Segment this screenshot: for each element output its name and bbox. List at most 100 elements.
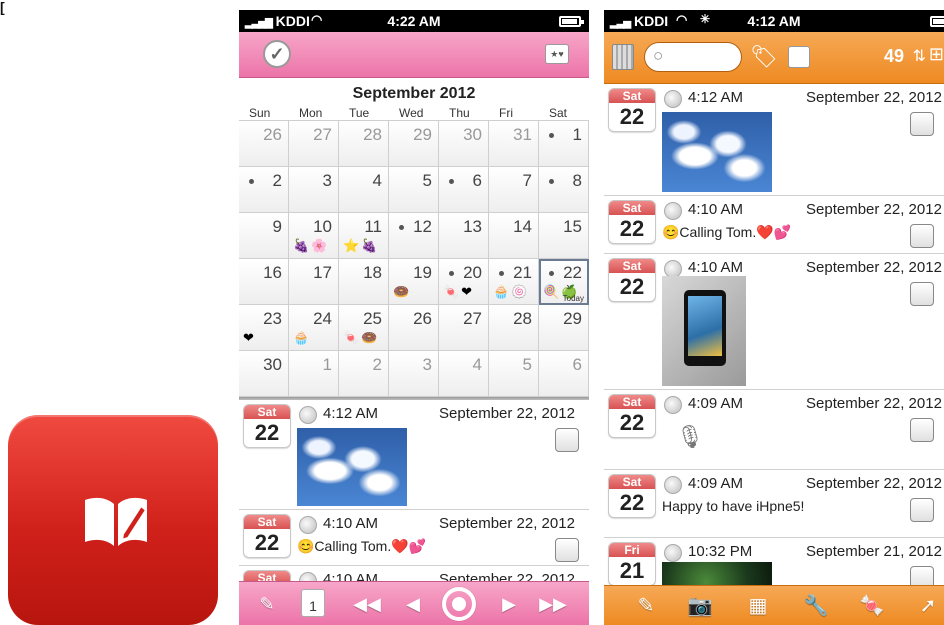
calendar-day[interactable]: 10 🍇🌸: [289, 213, 339, 259]
calendar-day[interactable]: 28: [339, 121, 389, 167]
badge-day: 22: [619, 104, 645, 129]
calendar-day[interactable]: 6: [539, 351, 589, 397]
photo-thumbnail[interactable]: [662, 276, 746, 386]
calendar-day[interactable]: 9: [239, 213, 289, 259]
previous-icon[interactable]: ◀: [399, 590, 427, 618]
calendar-day[interactable]: 15: [539, 213, 589, 259]
candy-icon[interactable]: 🍬: [858, 592, 886, 620]
day-stickers: 🍩: [393, 284, 412, 299]
calendar-day[interactable]: 3: [289, 167, 339, 213]
entry-dot: [499, 271, 504, 276]
sort-icon[interactable]: ⇅: [913, 46, 926, 66]
check-button[interactable]: ✓: [263, 40, 291, 68]
entry-row[interactable]: Sat 22 4:12 AM September 22, 2012: [239, 400, 589, 510]
search-input[interactable]: ○: [644, 42, 742, 72]
calendar-day[interactable]: 27: [439, 305, 489, 351]
weekday-label: Sun: [249, 106, 271, 120]
calendar-day[interactable]: 3: [389, 351, 439, 397]
calendar-day[interactable]: 30: [439, 121, 489, 167]
entry-row[interactable]: Sat 22 4:12 AM September 22, 2012: [604, 84, 944, 196]
stamp-button[interactable]: ★♥: [545, 44, 569, 64]
calendar-day[interactable]: 12: [389, 213, 439, 259]
badge-weekday: Sat: [609, 89, 655, 103]
calendar-day[interactable]: 2: [239, 167, 289, 213]
status-time: 4:22 AM: [387, 13, 441, 29]
entry-row[interactable]: Sat 22 4:09 AM September 22, 2012 Happy to h…: [604, 470, 944, 538]
calendar-day[interactable]: 29: [389, 121, 439, 167]
day-stickers: ⭐🍇: [343, 238, 380, 253]
day-number: 22: [563, 263, 582, 282]
app-icon[interactable]: [8, 415, 218, 625]
entry-row[interactable]: Sat 22 4:10 AM September 22, 2012 😊Calling T…: [239, 510, 589, 566]
day-number: 3: [422, 355, 432, 374]
calendar-day[interactable]: 4: [439, 351, 489, 397]
calendar-day[interactable]: 24 🧁: [289, 305, 339, 351]
calendar-icon[interactable]: ▦: [744, 592, 772, 620]
entry-row[interactable]: Sat 22 4:09 AM September 22, 2012 🎙: [604, 390, 944, 470]
calendar-day[interactable]: 11 ⭐🍇: [339, 213, 389, 259]
calendar-day[interactable]: 2: [339, 351, 389, 397]
calendar-day[interactable]: 13: [439, 213, 489, 259]
calendar-day[interactable]: 1: [289, 351, 339, 397]
photo-thumbnail[interactable]: [297, 428, 407, 506]
calendar-day[interactable]: 26: [239, 121, 289, 167]
bottom-toolbar: ✎ 📷 ▦ 🔧 🍬 ➚: [604, 585, 944, 625]
photo-thumbnail[interactable]: [662, 112, 772, 192]
entry-checkbox[interactable]: [910, 282, 934, 306]
entry-checkbox[interactable]: [555, 428, 579, 452]
calendar-day[interactable]: 5: [389, 167, 439, 213]
calendar-day[interactable]: 4: [339, 167, 389, 213]
calendar-day[interactable]: 7: [489, 167, 539, 213]
calendar-day[interactable]: 19 🍩: [389, 259, 439, 305]
entry-row[interactable]: Sat22 4:10 AM September 22, 2012: [604, 254, 944, 390]
fast-rewind-icon[interactable]: ◀◀: [353, 590, 381, 618]
calendar-day[interactable]: 20 🍬❤: [439, 259, 489, 305]
compose-icon[interactable]: ✎: [632, 592, 660, 620]
moon-phase-icon: [664, 396, 682, 414]
entry-checkbox[interactable]: [910, 224, 934, 248]
tag-icon[interactable]: 🏷: [750, 44, 778, 70]
today-button[interactable]: [442, 587, 476, 621]
calendar-day[interactable]: 28: [489, 305, 539, 351]
checkbox-filter[interactable]: [788, 46, 810, 68]
compose-icon[interactable]: ✎: [253, 590, 281, 618]
calendar-day[interactable]: 21 🧁🍥: [489, 259, 539, 305]
calendar-day[interactable]: 1: [539, 121, 589, 167]
calendar-day[interactable]: 6: [439, 167, 489, 213]
entry-row[interactable]: Sat 22 4:10 AM September 22, 2012 😊Calling T…: [604, 196, 944, 254]
calendar-day[interactable]: 17: [289, 259, 339, 305]
calendar-day[interactable]: 18: [339, 259, 389, 305]
status-time: 4:12 AM: [747, 13, 801, 29]
entry-checkbox[interactable]: [555, 538, 579, 562]
calendar-day-icon[interactable]: 1: [301, 589, 325, 617]
entry-time: 10:32 PM: [688, 543, 753, 560]
calendar-day[interactable]: 29: [539, 305, 589, 351]
calendar-day[interactable]: 23 ❤: [239, 305, 289, 351]
calendar-day[interactable]: 14: [489, 213, 539, 259]
share-arrow-icon[interactable]: ➚: [914, 592, 942, 620]
entry-checkbox[interactable]: [910, 112, 934, 136]
calendar-day[interactable]: 26: [389, 305, 439, 351]
day-number: 9: [272, 217, 282, 236]
calendar-day[interactable]: 16: [239, 259, 289, 305]
calendar-day[interactable]: 27: [289, 121, 339, 167]
day-stickers: 🍬❤: [443, 284, 475, 299]
calendar-day[interactable]: 25 🍬🍩: [339, 305, 389, 351]
entry-checkbox[interactable]: [910, 418, 934, 442]
day-number: 31: [513, 125, 532, 144]
calendar-day[interactable]: 5: [489, 351, 539, 397]
entry-list: Sat 22 4:12 AM September 22, 2012 Sat 22 4:10 …: [604, 84, 944, 608]
fast-forward-icon[interactable]: ▶▶: [539, 590, 567, 618]
wrench-icon[interactable]: 🔧: [802, 592, 830, 620]
badge-weekday: Sat: [609, 475, 655, 489]
microphone-icon[interactable]: 🎙: [676, 424, 704, 450]
trash-icon[interactable]: [612, 44, 634, 70]
entry-checkbox[interactable]: [910, 498, 934, 522]
calendar-day[interactable]: 30: [239, 351, 289, 397]
camera-icon[interactable]: 📷: [686, 592, 714, 620]
cart-icon[interactable]: ⊞: [929, 44, 944, 65]
calendar-day[interactable]: 8: [539, 167, 589, 213]
next-icon[interactable]: ▶: [495, 590, 523, 618]
calendar-day[interactable]: 22 🍭🍏 Today: [539, 259, 589, 305]
calendar-day[interactable]: 31: [489, 121, 539, 167]
